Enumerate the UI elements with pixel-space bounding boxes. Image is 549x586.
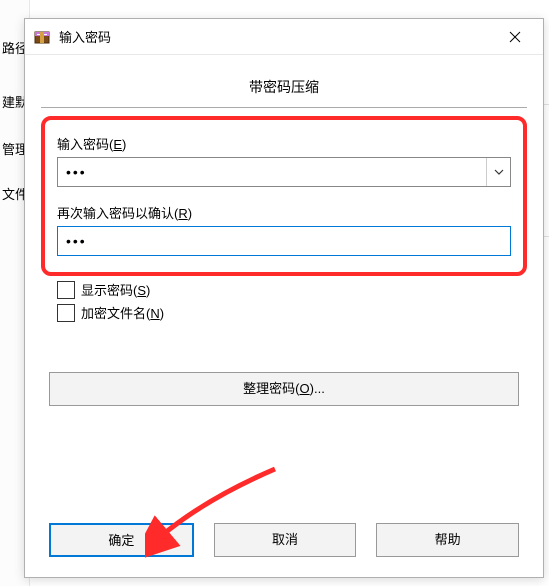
highlight-annotation: 输入密码(E) 再次输入密码以确认(R): [41, 116, 527, 276]
password-label: 输入密码(E): [57, 134, 511, 153]
password-dropdown-button[interactable]: [486, 158, 510, 186]
section-heading: 带密码压缩: [25, 77, 543, 97]
show-password-checkbox[interactable]: 显示密码(S): [57, 280, 511, 299]
confirm-password-input[interactable]: [57, 226, 511, 256]
ok-button[interactable]: 确定: [49, 523, 194, 557]
checkbox-box: [57, 304, 75, 322]
help-button[interactable]: 帮助: [376, 523, 519, 557]
button-row: 确定 取消 帮助: [49, 523, 519, 557]
app-icon: [33, 28, 51, 46]
divider: [41, 107, 527, 108]
password-input[interactable]: [58, 158, 486, 186]
password-combo[interactable]: [57, 157, 511, 187]
encrypt-filenames-checkbox[interactable]: 加密文件名(N): [57, 303, 511, 322]
cancel-button[interactable]: 取消: [214, 523, 357, 557]
encrypt-filenames-label: 加密文件名(N): [81, 303, 164, 322]
titlebar: 输入密码: [25, 19, 543, 55]
dialog-title: 输入密码: [59, 27, 495, 46]
confirm-label: 再次输入密码以确认(R): [57, 203, 511, 222]
close-icon: [509, 31, 521, 43]
close-button[interactable]: [495, 21, 535, 53]
password-dialog: 输入密码 带密码压缩 输入密码(E) 再次输入密码以确认(R): [24, 18, 544, 578]
show-password-label: 显示密码(S): [81, 280, 150, 299]
organize-passwords-button[interactable]: 整理密码(O)...: [49, 372, 519, 406]
chevron-down-icon: [494, 169, 504, 175]
checkbox-box: [57, 281, 75, 299]
